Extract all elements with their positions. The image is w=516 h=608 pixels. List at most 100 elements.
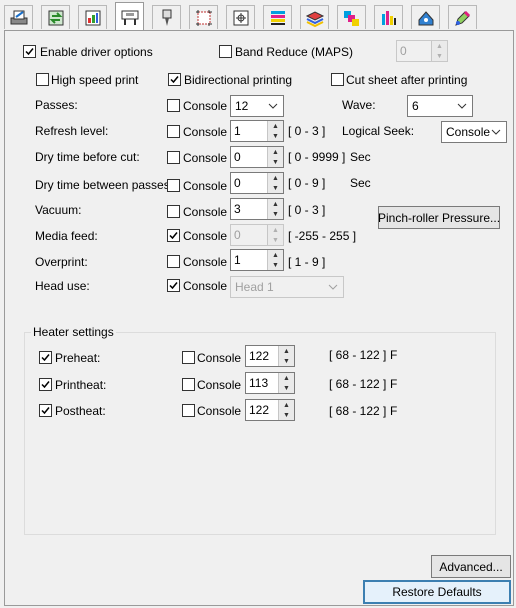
dry-time-between-passes-console-checkbox[interactable] <box>167 179 180 192</box>
tab-strip <box>4 2 514 30</box>
passes-console-checkbox[interactable] <box>167 99 180 112</box>
tab-stacked-media[interactable] <box>300 5 329 29</box>
enable-driver-options-checkbox[interactable] <box>23 45 36 58</box>
stepper-down-icon[interactable]: ▼ <box>268 183 283 193</box>
stepper-down-icon[interactable]: ▼ <box>268 235 283 245</box>
head-use-console-checkbox[interactable] <box>167 279 180 292</box>
pinch-roller-pressure-button[interactable]: Pinch-roller Pressure... <box>378 206 500 229</box>
stepper-arrows: ▲ ▼ <box>278 400 294 420</box>
printheat-label: Printheat: <box>55 378 107 392</box>
band-reduce-checkbox[interactable] <box>219 45 232 58</box>
logical-seek-label: Logical Seek: <box>342 124 415 138</box>
tab-color-bars[interactable] <box>263 5 292 29</box>
printheat-range: [ 68 - 122 ] <box>329 377 387 391</box>
media-feed-console-checkbox[interactable] <box>167 229 180 242</box>
tab-color-picker[interactable] <box>448 5 477 29</box>
dry-time-before-cut-console-label: Console <box>183 151 228 165</box>
tab-media-transfer[interactable] <box>41 5 70 29</box>
tab-color-separation[interactable] <box>337 5 366 29</box>
tab-color-image[interactable] <box>78 5 107 29</box>
stepper-down-icon[interactable]: ▼ <box>268 131 283 141</box>
cut-sheet-after-printing-label: Cut sheet after printing <box>346 73 468 87</box>
dry-time-between-passes-console-label: Console <box>183 179 228 193</box>
heater-settings-title: Heater settings <box>31 325 116 339</box>
postheat-console-checkbox[interactable] <box>182 404 195 417</box>
postheat-stepper[interactable]: 122 ▲ ▼ <box>245 399 295 421</box>
media-feed-console-label: Console <box>183 229 228 243</box>
preheat-stepper[interactable]: 122 ▲ ▼ <box>245 345 295 367</box>
preheat-unit: F <box>390 348 398 362</box>
refresh-level-console-checkbox[interactable] <box>167 125 180 138</box>
postheat-checkbox[interactable] <box>39 404 52 417</box>
refresh-level-stepper[interactable]: 1 ▲ ▼ <box>230 120 284 142</box>
dry-time-between-passes-stepper[interactable]: 0 ▲ ▼ <box>230 172 284 194</box>
overprint-value: 1 <box>234 253 241 267</box>
color-picker-icon <box>454 10 470 26</box>
bidirectional-printing-checkbox[interactable] <box>168 73 181 86</box>
crop-marks-icon <box>195 9 212 26</box>
restore-defaults-button[interactable]: Restore Defaults <box>363 580 511 604</box>
ink-levels-icon <box>381 10 396 25</box>
color-shape-icon <box>418 10 433 25</box>
dry-time-between-passes-range: [ 0 - 9 ] <box>288 176 326 190</box>
tab-registration[interactable] <box>226 5 255 29</box>
stepper-down-icon[interactable]: ▼ <box>432 51 447 61</box>
stepper-down-icon[interactable]: ▼ <box>279 356 294 366</box>
printheat-console-checkbox[interactable] <box>182 378 195 391</box>
band-reduce-stepper[interactable]: 0 ▲ ▼ <box>396 40 448 62</box>
printheat-stepper[interactable]: 113 ▲ ▼ <box>245 372 295 394</box>
tab-ink-levels[interactable] <box>374 5 403 29</box>
plotter-icon <box>121 10 138 25</box>
checkmark-icon <box>169 232 178 240</box>
preheat-label: Preheat: <box>55 351 101 365</box>
color-image-icon <box>85 10 100 25</box>
dry-time-before-cut-console-checkbox[interactable] <box>167 151 180 164</box>
printheat-checkbox[interactable] <box>39 378 52 391</box>
dry-time-between-passes-unit: Sec <box>350 176 371 190</box>
tab-plotter[interactable] <box>115 2 144 30</box>
media-transfer-icon <box>48 10 63 25</box>
stepper-down-icon[interactable]: ▼ <box>268 157 283 167</box>
tab-crop-marks[interactable] <box>189 5 218 29</box>
media-feed-stepper[interactable]: 0 ▲ ▼ <box>230 224 284 246</box>
advanced-button[interactable]: Advanced... <box>431 555 511 578</box>
stepper-arrows: ▲ ▼ <box>267 121 283 141</box>
logical-seek-select[interactable]: Console <box>441 121 507 143</box>
stepper-down-icon[interactable]: ▼ <box>268 209 283 219</box>
stepper-down-icon[interactable]: ▼ <box>279 383 294 393</box>
wave-label: Wave: <box>342 98 376 112</box>
dry-time-before-cut-stepper[interactable]: 0 ▲ ▼ <box>230 146 284 168</box>
vacuum-stepper[interactable]: 3 ▲ ▼ <box>230 198 284 220</box>
passes-select[interactable]: 12 <box>230 95 284 117</box>
dry-time-before-cut-label: Dry time before cut: <box>35 150 140 164</box>
band-reduce-value: 0 <box>400 44 407 58</box>
passes-console-label: Console <box>183 99 228 113</box>
dry-time-between-passes-label: Dry time between passes: <box>35 178 174 192</box>
stepper-down-icon[interactable]: ▼ <box>279 410 294 420</box>
high-speed-print-checkbox[interactable] <box>36 73 49 86</box>
tab-cutter[interactable] <box>152 5 181 29</box>
preheat-range: [ 68 - 122 ] <box>329 348 387 362</box>
stepper-arrows: ▲ ▼ <box>267 173 283 193</box>
stepper-down-icon[interactable]: ▼ <box>268 260 283 270</box>
stepper-arrows: ▲ ▼ <box>278 373 294 393</box>
postheat-label: Postheat: <box>55 404 106 418</box>
tab-printer-settings[interactable] <box>4 5 33 29</box>
checkmark-icon <box>41 381 50 389</box>
head-use-value: Head 1 <box>235 280 274 294</box>
vacuum-console-checkbox[interactable] <box>167 205 180 218</box>
tab-color-shape[interactable] <box>411 5 440 29</box>
overprint-stepper[interactable]: 1 ▲ ▼ <box>230 249 284 271</box>
preheat-console-checkbox[interactable] <box>182 351 195 364</box>
chevron-down-icon <box>457 103 467 109</box>
stepper-arrows: ▲ ▼ <box>267 250 283 270</box>
cut-sheet-after-printing-checkbox[interactable] <box>331 73 344 86</box>
wave-select[interactable]: 6 <box>407 95 473 117</box>
preheat-checkbox[interactable] <box>39 351 52 364</box>
postheat-console-label: Console <box>197 404 242 418</box>
overprint-range: [ 1 - 9 ] <box>288 255 326 269</box>
checkmark-icon <box>41 407 50 415</box>
overprint-console-checkbox[interactable] <box>167 255 180 268</box>
overprint-console-label: Console <box>183 255 228 269</box>
head-use-select[interactable]: Head 1 <box>230 276 344 298</box>
